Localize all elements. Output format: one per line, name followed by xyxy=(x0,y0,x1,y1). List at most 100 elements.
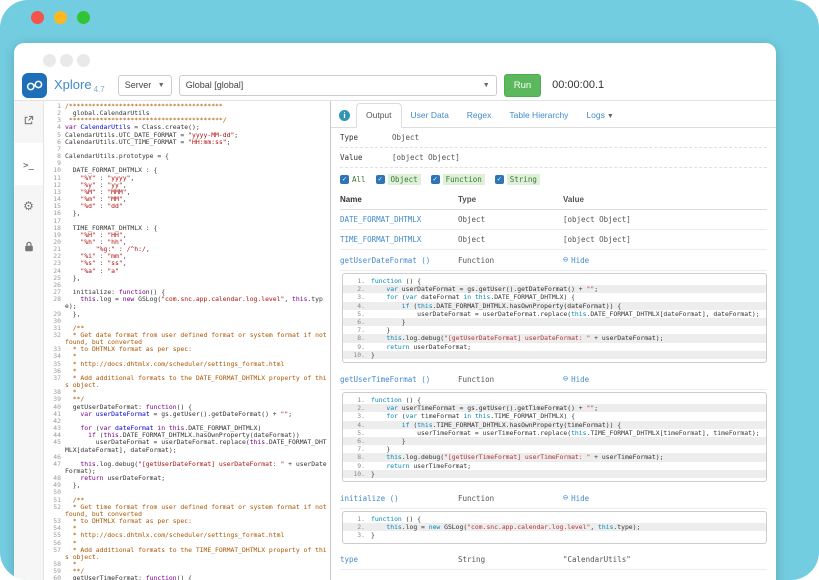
rail-button-gear-icon[interactable]: ⚙ xyxy=(14,185,43,227)
summary-label: Value xyxy=(340,153,392,162)
header-value: Value xyxy=(563,195,767,204)
editor-line: 37 * Add additional formats to the DATE_… xyxy=(44,375,330,389)
editor-line: 6CalendarUtils.UTC_TIME_FORMAT = "HH:mm:… xyxy=(44,139,330,146)
window-dot-close[interactable] xyxy=(43,54,56,67)
member-name-link[interactable]: getUserTimeFormat () xyxy=(340,375,430,384)
table-row: type String"CalendarUtils" xyxy=(340,550,767,570)
editor-line: 45 userDateFormat = userDateFormat.repla… xyxy=(44,439,330,453)
cell-type: String xyxy=(458,555,563,564)
traffic-light-zoom[interactable] xyxy=(77,11,90,24)
member-name-link[interactable]: DATE_FORMAT_DHTMLX xyxy=(340,215,421,224)
hide-toggle-link[interactable]: ⊖ Hide xyxy=(563,255,589,265)
member-name-link[interactable]: TIME_FORMAT_DHTMLX xyxy=(340,235,421,244)
table-row: getUserTimeFormat ()Function⊖ Hide xyxy=(340,369,767,390)
run-button-label: Run xyxy=(514,80,531,91)
traffic-light-close[interactable] xyxy=(31,11,44,24)
code-line: 8. this.log.debug("[getUserTimeFormat] u… xyxy=(343,453,766,461)
editor-line: 29 }, xyxy=(44,311,330,318)
code-line: 7. } xyxy=(343,445,766,453)
member-name-link[interactable]: type xyxy=(340,555,358,564)
scope-select[interactable]: Global [global] ▼ xyxy=(179,75,497,96)
lock-icon xyxy=(24,239,34,257)
table-row: TIME_FORMAT_DHTMLXObject[object Object] xyxy=(340,230,767,250)
script-editor[interactable]: 1/**************************************… xyxy=(44,101,331,580)
editor-line: 52 * Get time format from user defined f… xyxy=(44,504,330,518)
hide-toggle-link[interactable]: ⊖ Hide xyxy=(563,493,589,503)
results-panel: i OutputUser DataRegexTable HierarchyLog… xyxy=(331,101,776,580)
checkbox-object[interactable]: ✓ xyxy=(376,175,385,184)
member-name-link[interactable]: initialize () xyxy=(340,494,399,503)
code-line: 4. if (this.DATE_FORMAT_DHTMLX.hasOwnPro… xyxy=(343,302,766,310)
filter-label: Object xyxy=(388,174,421,185)
editor-line: 47 this.log.debug("[getUserDateFormat] u… xyxy=(44,461,330,475)
editor-line: 32 * Get date format from user defined f… xyxy=(44,332,330,346)
table-header-row: NameTypeValue xyxy=(340,190,767,210)
server-select[interactable]: Server ▼ xyxy=(118,75,172,96)
rail-button-lock-icon[interactable] xyxy=(14,227,43,269)
code-line: 5. userTimeFormat = userTimeFormat.repla… xyxy=(343,429,766,437)
editor-line: 15 "%d" : "dd" xyxy=(44,203,330,210)
server-select-value: Server xyxy=(125,80,152,90)
function-source-block: 1.function () {2. this.log = new GSLog("… xyxy=(342,511,767,544)
results-content: TypeObjectValue[object Object]✓All✓Objec… xyxy=(331,128,776,580)
icon-rail: >_ ⚙ xyxy=(14,101,44,580)
window-dot-zoom[interactable] xyxy=(77,54,90,67)
xplore-window: Xplore4.7 Server ▼ Global [global] ▼ Run… xyxy=(14,43,776,580)
code-line: 6. } xyxy=(343,437,766,445)
code-line: 1.function () { xyxy=(343,396,766,404)
code-line: 1.function () { xyxy=(343,277,766,285)
member-name-link[interactable]: getUserDateFormat () xyxy=(340,256,430,265)
tab-table-hierarchy[interactable]: Table Hierarchy xyxy=(500,104,577,127)
header-name: Name xyxy=(340,195,458,204)
hide-toggle-link[interactable]: ⊖ Hide xyxy=(563,374,589,384)
tab-regex[interactable]: Regex xyxy=(458,104,501,127)
checkbox-function[interactable]: ✓ xyxy=(431,175,440,184)
code-line: 3. for (var timeFormat in this.TIME_FORM… xyxy=(343,412,766,420)
code-line: 9. return userTimeFormat; xyxy=(343,462,766,470)
checkbox-all[interactable]: ✓ xyxy=(340,175,349,184)
checkbox-string[interactable]: ✓ xyxy=(495,175,504,184)
toolbar: Xplore4.7 Server ▼ Global [global] ▼ Run… xyxy=(14,70,776,101)
terminal-icon: >_ xyxy=(23,155,34,173)
run-button[interactable]: Run xyxy=(504,74,541,97)
results-tabbar: i OutputUser DataRegexTable HierarchyLog… xyxy=(331,101,776,128)
function-source-block: 1.function () {2. var userTimeFormat = g… xyxy=(342,392,767,482)
rail-button-open-external-icon[interactable] xyxy=(14,101,43,143)
code-line: 3. for (var dateFormat in this.DATE_FORM… xyxy=(343,293,766,301)
header-type: Type xyxy=(458,195,563,204)
editor-line: 58 * xyxy=(44,561,330,568)
code-line: 9. return userDateFormat; xyxy=(343,343,766,351)
summary-row-value: Value[object Object] xyxy=(340,148,767,168)
code-line: 10.} xyxy=(343,470,766,478)
editor-line: 53 * to DHTMLX format as per spec: xyxy=(44,518,330,525)
window-dot-minimize[interactable] xyxy=(60,54,73,67)
app-version: 4.7 xyxy=(94,85,105,94)
summary-row-type: TypeObject xyxy=(340,128,767,148)
table-row: DATE_FORMAT_DHTMLXObject[object Object] xyxy=(340,210,767,230)
rail-button-terminal-icon[interactable]: >_ xyxy=(14,143,43,185)
execution-timer: 00:00:00.1 xyxy=(552,79,604,91)
tab-user-data[interactable]: User Data xyxy=(402,104,458,127)
circle-minus-icon: ⊖ xyxy=(563,374,568,384)
tab-output[interactable]: Output xyxy=(356,103,402,128)
code-line: 2. this.log = new GSLog("com.snc.app.cal… xyxy=(343,523,766,531)
filter-object: ✓Object xyxy=(376,174,421,185)
summary-label: Type xyxy=(340,133,392,142)
code-line: 1.function () { xyxy=(343,515,766,523)
editor-line: 48 return userDateFormat; xyxy=(44,475,330,482)
editor-line: 8CalendarUtils.prototype = { xyxy=(44,153,330,160)
gear-icon: ⚙ xyxy=(23,197,34,215)
editor-line: 38 * xyxy=(44,389,330,396)
editor-line: 35 * http://docs.dhtmlx.com/scheduler/se… xyxy=(44,361,330,368)
editor-line: 30 xyxy=(44,318,330,325)
code-line: 7. } xyxy=(343,326,766,334)
cell-value: "CalendarUtils" xyxy=(563,555,631,564)
filter-label: Function xyxy=(443,174,485,185)
circle-minus-icon: ⊖ xyxy=(563,493,568,503)
tab-logs[interactable]: Logs ▼ xyxy=(577,104,622,127)
info-icon[interactable]: i xyxy=(339,110,350,121)
chevron-down-icon: ▼ xyxy=(158,82,165,89)
function-source-block: 1.function () {2. var userDateFormat = g… xyxy=(342,273,767,363)
circle-minus-icon: ⊖ xyxy=(563,255,568,265)
traffic-light-minimize[interactable] xyxy=(54,11,67,24)
